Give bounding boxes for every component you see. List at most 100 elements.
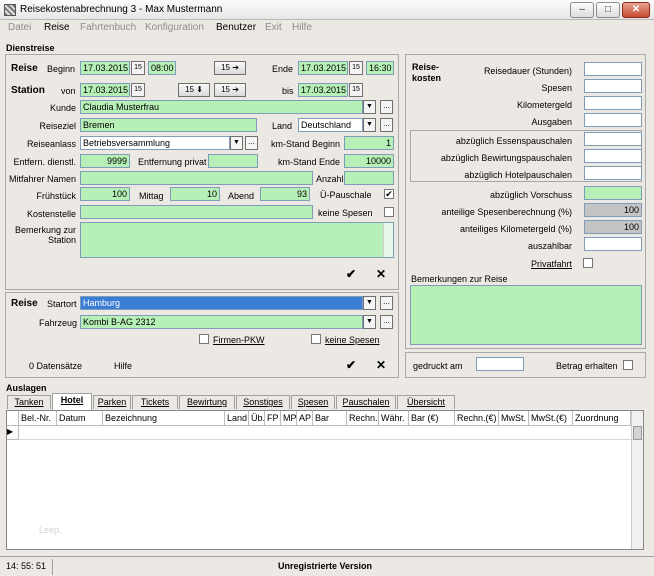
- tab-sonstiges[interactable]: Sonstiges: [236, 395, 290, 409]
- von-calendar-button[interactable]: 15: [131, 83, 145, 97]
- spesenberechnung-field[interactable]: 100: [584, 203, 642, 217]
- land-ellipsis-button[interactable]: ...: [380, 118, 393, 132]
- col-ap[interactable]: AP: [297, 411, 313, 426]
- col-datum[interactable]: Datum: [57, 411, 103, 426]
- kunde-combo[interactable]: Claudia Musterfrau: [80, 100, 363, 114]
- mittag-field[interactable]: 10: [170, 187, 220, 201]
- bis-calendar-button[interactable]: 15: [349, 83, 363, 97]
- startort-ellipsis-button[interactable]: ...: [380, 296, 393, 310]
- tab-hotel[interactable]: Hotel: [52, 393, 92, 410]
- beginn-calendar-button[interactable]: 15: [131, 61, 145, 75]
- privatfahrt-checkbox[interactable]: [583, 258, 593, 268]
- reise-ok-button[interactable]: ✔: [346, 358, 356, 372]
- copy-down-button[interactable]: 15 ⬇: [178, 83, 210, 97]
- land-dropdown-arrow[interactable]: ▼: [363, 118, 376, 132]
- spesen-field: [584, 79, 642, 93]
- betrag-erhalten-checkbox[interactable]: [623, 360, 633, 370]
- col-mp[interactable]: MP: [281, 411, 297, 426]
- ue-pauschale-checkbox[interactable]: ✔: [384, 189, 394, 199]
- ende-date-field[interactable]: 17.03.2015: [298, 61, 348, 75]
- col-bezeichnung[interactable]: Bezeichnung: [103, 411, 225, 426]
- scrollbar-thumb[interactable]: [633, 426, 642, 440]
- tab-parken[interactable]: Parken: [93, 395, 131, 409]
- hilfe-link[interactable]: Hilfe: [114, 361, 132, 371]
- fahrzeug-ellipsis-button[interactable]: ...: [380, 315, 393, 329]
- km-beginn-field[interactable]: 1: [344, 136, 394, 150]
- col-bar[interactable]: Bar: [313, 411, 347, 426]
- col-fp[interactable]: FP: [265, 411, 281, 426]
- kunde-dropdown-arrow[interactable]: ▼: [363, 100, 376, 114]
- kilometergeld-pct-field[interactable]: 100: [584, 220, 642, 234]
- copy-time-button[interactable]: 15 ➔: [214, 61, 246, 75]
- tab-bewirtung[interactable]: Bewirtung: [179, 395, 235, 409]
- startort-dropdown-arrow[interactable]: ▼: [363, 296, 376, 310]
- entfern-dienstl-label: Entfern. dienstl.: [13, 157, 76, 167]
- vorschuss-field[interactable]: [584, 186, 642, 200]
- menu-benutzer[interactable]: Benutzer: [216, 22, 256, 33]
- close-button[interactable]: ✕: [622, 2, 650, 18]
- col-ueb[interactable]: Üb.: [249, 411, 265, 426]
- keine-spesen-station-checkbox[interactable]: [384, 207, 394, 217]
- abend-field[interactable]: 93: [260, 187, 310, 201]
- bis-label: bis: [282, 86, 294, 96]
- km-ende-field[interactable]: 10000: [344, 154, 394, 168]
- col-land[interactable]: Land: [225, 411, 249, 426]
- tab-pauschalen[interactable]: Pauschalen: [336, 395, 396, 409]
- auslagen-table[interactable]: Bel.-Nr. Datum Bezeichnung Land Üb. FP M…: [6, 410, 644, 550]
- ende-time-field[interactable]: 16:30: [366, 61, 394, 75]
- station-cancel-button[interactable]: ✕: [376, 267, 386, 281]
- kostenstelle-field[interactable]: [80, 205, 313, 219]
- fahrzeug-dropdown-arrow[interactable]: ▼: [363, 315, 376, 329]
- col-mwst[interactable]: MwSt.: [499, 411, 529, 426]
- bemerkung-scrollbar[interactable]: [383, 223, 393, 257]
- reisedauer-label: Reisedauer (Stunden): [483, 66, 572, 76]
- reise-cancel-button[interactable]: ✕: [376, 358, 386, 372]
- maximize-button[interactable]: □: [596, 2, 620, 18]
- tab-tickets[interactable]: Tickets: [132, 395, 178, 409]
- startort-combo[interactable]: Hamburg: [80, 296, 363, 310]
- tab-tanken[interactable]: Tanken: [7, 395, 51, 409]
- menu-reise[interactable]: Reise: [44, 22, 70, 33]
- copy-right-button[interactable]: 15 ➔: [214, 83, 246, 97]
- menu-fahrtenbuch[interactable]: Fahrtenbuch: [80, 22, 136, 33]
- kunde-ellipsis-button[interactable]: ...: [380, 100, 393, 114]
- reiseanlass-ellipsis-button[interactable]: ...: [245, 136, 258, 150]
- col-bar-eur[interactable]: Bar (€): [409, 411, 455, 426]
- ende-calendar-button[interactable]: 15: [349, 61, 363, 75]
- kilometergeld-pct-label: anteiliges Kilometergeld (%): [459, 224, 572, 234]
- table-scrollbar[interactable]: [631, 411, 643, 549]
- col-waehr[interactable]: Währ.: [379, 411, 409, 426]
- von-date-field[interactable]: 17.03.2015: [80, 83, 130, 97]
- tab-spesen[interactable]: Spesen: [291, 395, 335, 409]
- anzahl-field[interactable]: [344, 171, 394, 185]
- keine-spesen-reise-checkbox[interactable]: [311, 334, 321, 344]
- firmen-pkw-checkbox[interactable]: [199, 334, 209, 344]
- menu-konfiguration[interactable]: Konfiguration: [145, 22, 204, 33]
- bemerkungen-reise-field[interactable]: [410, 285, 642, 345]
- col-belnr[interactable]: Bel.-Nr.: [19, 411, 57, 426]
- bis-date-field[interactable]: 17.03.2015: [298, 83, 348, 97]
- entfern-privat-field[interactable]: [208, 154, 258, 168]
- entfern-dienstl-field[interactable]: 9999: [80, 154, 130, 168]
- reiseziel-field[interactable]: Bremen: [80, 118, 257, 132]
- fruehstueck-field[interactable]: 100: [80, 187, 130, 201]
- land-combo[interactable]: Deutschland: [298, 118, 363, 132]
- col-rechn-eur[interactable]: Rechn.(€): [455, 411, 499, 426]
- mitfahrer-field[interactable]: [80, 171, 313, 185]
- reiseanlass-combo[interactable]: Betriebsversammlung: [80, 136, 230, 150]
- bemerkung-station-field[interactable]: [80, 222, 394, 258]
- col-rechn[interactable]: Rechn.: [347, 411, 379, 426]
- menu-hilfe[interactable]: Hilfe: [292, 22, 312, 33]
- fahrzeug-combo[interactable]: Kombi B-AG 2312: [80, 315, 363, 329]
- reiseanlass-dropdown-arrow[interactable]: ▼: [230, 136, 243, 150]
- menu-datei[interactable]: Datei: [8, 22, 31, 33]
- tab-uebersicht[interactable]: Übersicht: [397, 395, 455, 409]
- beginn-time-field[interactable]: 08:00: [148, 61, 176, 75]
- beginn-date-field[interactable]: 17.03.2015: [80, 61, 130, 75]
- minimize-button[interactable]: –: [570, 2, 594, 18]
- menu-exit[interactable]: Exit: [265, 22, 282, 33]
- table-row[interactable]: [19, 426, 631, 440]
- col-zuordnung[interactable]: Zuordnung: [573, 411, 631, 426]
- col-mwst-eur[interactable]: MwSt.(€): [529, 411, 573, 426]
- station-ok-button[interactable]: ✔: [346, 267, 356, 281]
